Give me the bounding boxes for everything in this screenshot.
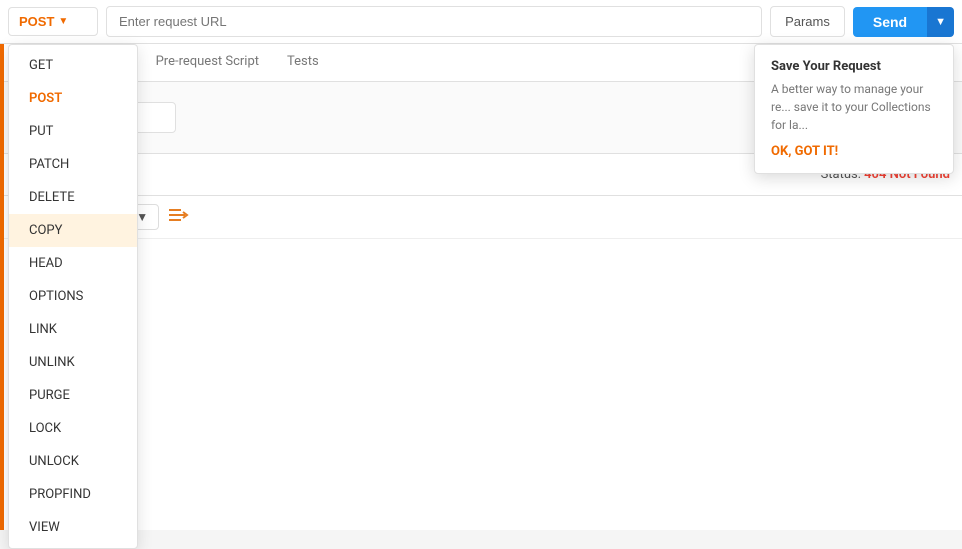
method-option-link[interactable]: LINK xyxy=(9,313,137,346)
method-option-delete[interactable]: DELETE xyxy=(9,181,137,214)
method-option-propfind[interactable]: PROPFIND xyxy=(9,478,137,511)
method-chevron-icon: ▼ xyxy=(58,16,68,27)
method-option-unlink[interactable]: UNLINK xyxy=(9,346,137,379)
params-button[interactable]: Params xyxy=(770,6,845,37)
save-request-popup: Save Your Request A better way to manage… xyxy=(754,44,954,174)
tab-pre-request[interactable]: Pre-request Script xyxy=(142,44,273,81)
save-popup-ok-button[interactable]: OK, GOT IT! xyxy=(771,144,937,159)
save-popup-title: Save Your Request xyxy=(771,59,937,74)
send-chevron-button[interactable]: ▼ xyxy=(927,7,954,37)
send-button[interactable]: Send xyxy=(853,7,927,37)
method-option-lock[interactable]: LOCK xyxy=(9,412,137,445)
left-border-indicator xyxy=(0,44,4,530)
method-option-post[interactable]: POST xyxy=(9,82,137,115)
top-bar: POST ▼ Params Send ▼ xyxy=(0,0,962,44)
wrap-icon[interactable] xyxy=(167,206,189,229)
method-dropdown: GET POST PUT PATCH DELETE COPY HEAD OPTI… xyxy=(8,44,138,549)
method-option-purge[interactable]: PURGE xyxy=(9,379,137,412)
method-option-copy[interactable]: COPY xyxy=(9,214,137,247)
method-option-get[interactable]: GET xyxy=(9,49,137,82)
tab-tests[interactable]: Tests xyxy=(273,44,333,81)
method-option-head[interactable]: HEAD xyxy=(9,247,137,280)
method-option-unlock[interactable]: UNLOCK xyxy=(9,445,137,478)
method-label: POST xyxy=(19,14,54,29)
method-option-view[interactable]: VIEW xyxy=(9,511,137,544)
method-option-patch[interactable]: PATCH xyxy=(9,148,137,181)
url-input[interactable] xyxy=(106,6,762,37)
body-controls: Preview HTML ▼ xyxy=(0,196,962,239)
method-option-options[interactable]: OPTIONS xyxy=(9,280,137,313)
method-button[interactable]: POST ▼ xyxy=(8,7,98,36)
save-popup-body: A better way to manage your re... save i… xyxy=(771,80,937,134)
response-body: …le specified. xyxy=(0,239,962,359)
method-option-put[interactable]: PUT xyxy=(9,115,137,148)
send-dropdown-icon: ▼ xyxy=(935,16,946,28)
send-button-group: Send ▼ xyxy=(853,7,954,37)
